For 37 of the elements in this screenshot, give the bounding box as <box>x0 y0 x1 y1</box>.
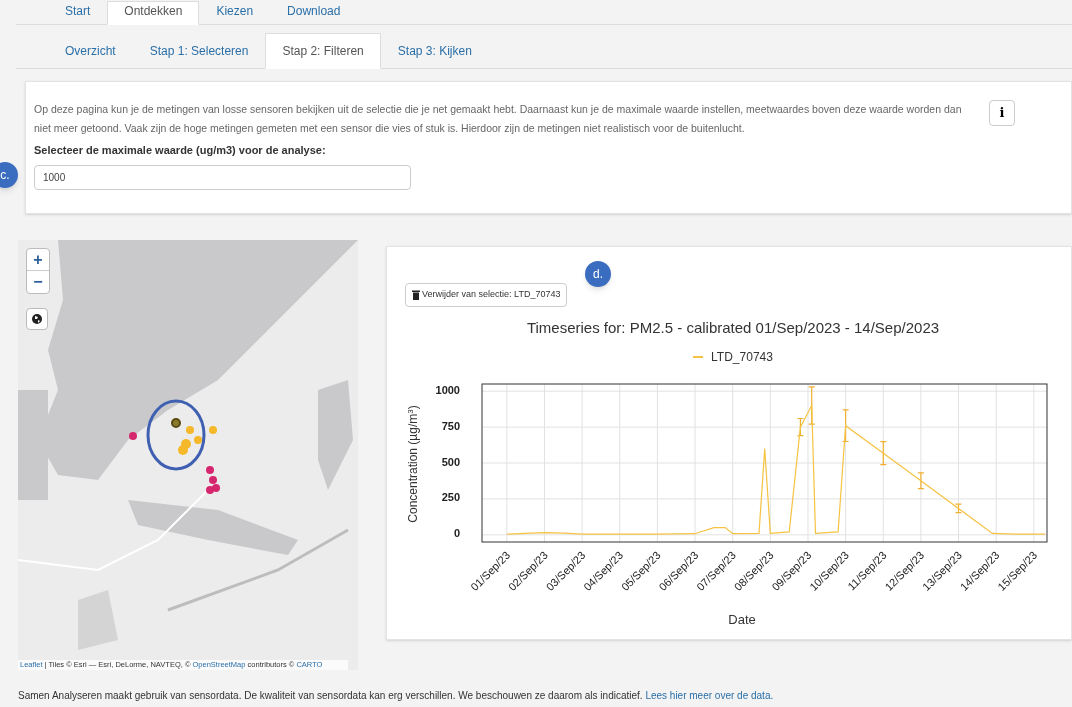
error-bar <box>917 471 925 489</box>
footer-text: Samen Analyseren maakt gebruik van sensordata. De kwaliteit van sensordata kan erg verschillen. We beschouwen ze daarom als indicatief. Lees hier meer over de data. <box>18 689 774 703</box>
error-bar <box>954 503 963 513</box>
y-tick-label: 500 <box>441 456 460 468</box>
description-text: Op deze pagina kun je de metingen van losse sensoren bekijken uit de selectie die je net gemaakt hebt. Daarnaast kun je de maximale waarde instellen, meetwaardes boven deze waarde worden dan niet meer getoond. Vaak zijn de hoge metingen gemeten met een sensor die vies of stuk is. Hierdoor zijn de metingen niet realistisch voor de buitenlucht. <box>34 102 963 136</box>
zoom-out-button[interactable]: − <box>27 271 49 293</box>
callout-badge: c. <box>0 162 18 188</box>
x-axis-label: Date <box>728 610 756 629</box>
y-tick-label: 1000 <box>435 384 460 396</box>
field-label: Selecteer de maximale waarde (ug/m3) voor de analyse: <box>34 143 327 158</box>
tab[interactable]: Start <box>48 1 108 25</box>
callout-badge: d. <box>585 261 611 287</box>
legend-line-icon <box>693 354 704 359</box>
tab[interactable]: Stap 1: Selecteren <box>132 33 266 69</box>
globe-icon <box>32 314 42 324</box>
max-value-field[interactable]: 1000 <box>34 164 411 190</box>
tab[interactable]: Stap 3: Kijken <box>380 33 489 69</box>
globe-button[interactable] <box>26 308 48 330</box>
y-tick-label: 750 <box>441 420 460 432</box>
info-button[interactable]: i <box>989 100 1015 126</box>
tab[interactable]: Stap 2: Filteren <box>265 33 381 69</box>
legend-label: LTD_70743 <box>711 348 773 366</box>
error-bar <box>808 385 816 425</box>
tab[interactable]: Download <box>270 1 358 25</box>
tab[interactable]: Overzicht <box>48 33 133 69</box>
y-tick-label: 0 <box>453 528 460 540</box>
y-tick-label: 250 <box>441 492 460 504</box>
error-bar <box>879 440 887 465</box>
chart-title: Timeseries for: PM2.5 - calibrated 01/Sep/2023 - 14/Sep/2023 <box>526 318 940 338</box>
trash-icon <box>412 290 420 300</box>
zoom-in-button[interactable]: + <box>27 249 49 271</box>
tab[interactable]: Ontdekken <box>107 1 200 25</box>
error-bar <box>842 408 850 442</box>
error-bar <box>796 417 804 436</box>
remove-selection-button[interactable]: Verwijder van selectie: LTD_70743 <box>405 283 568 307</box>
tab[interactable]: Kiezen <box>199 1 271 25</box>
data-info-link[interactable]: Lees hier meer over de data. <box>645 690 774 701</box>
